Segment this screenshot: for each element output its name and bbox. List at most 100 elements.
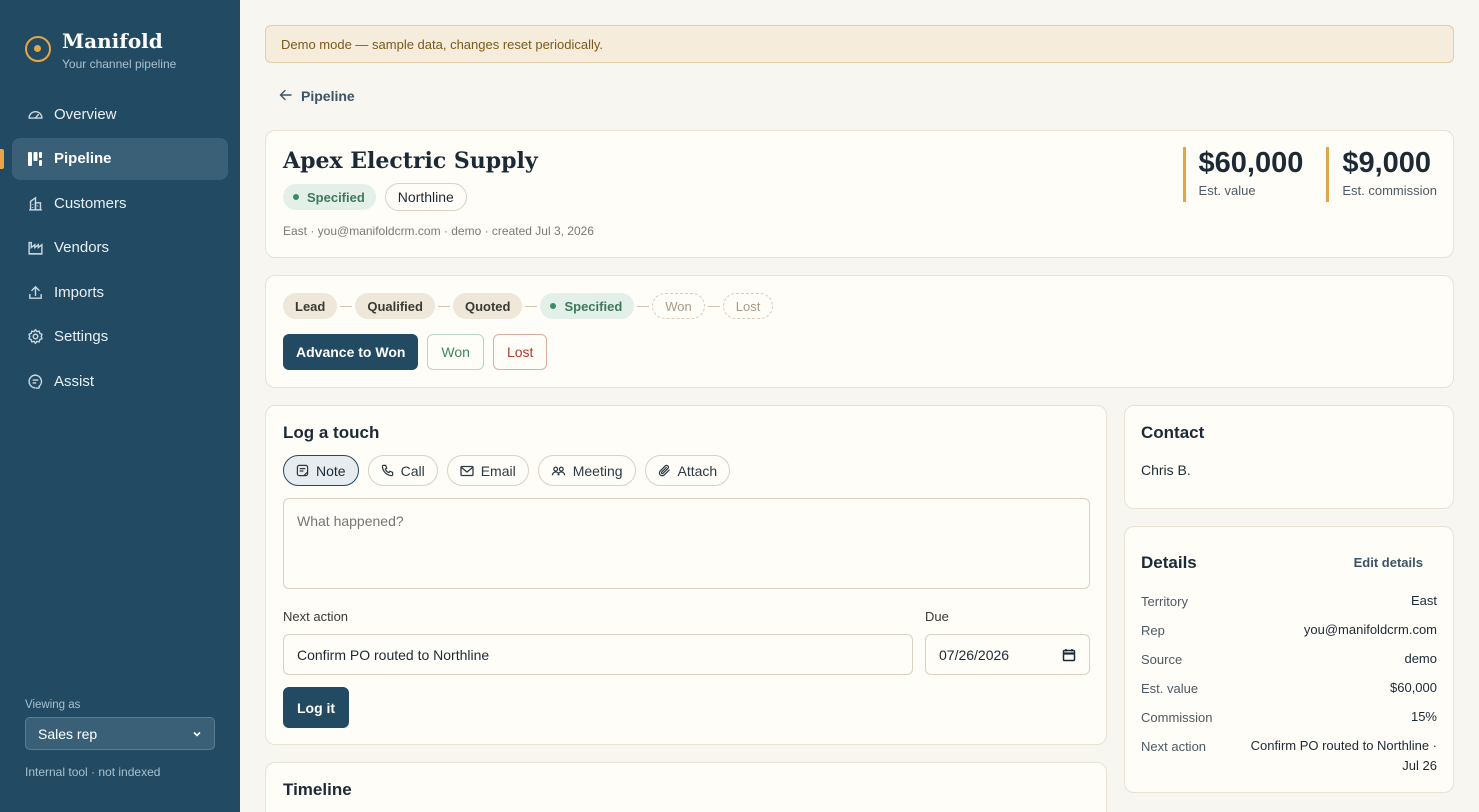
touch-type-label: Note xyxy=(316,462,346,479)
est-value-stat: $60,000 Est. value xyxy=(1182,147,1304,202)
role-select-value: Sales rep xyxy=(38,725,98,742)
detail-key: Est. value xyxy=(1141,681,1199,696)
due-label: Due xyxy=(925,609,949,624)
log-touch-panel: Log a touch Note Call Email Meeting Atta… xyxy=(265,405,1107,745)
touch-type-label: Meeting xyxy=(572,462,623,479)
calendar-icon[interactable] xyxy=(1062,648,1076,665)
sidebar-item-assist[interactable]: Assist xyxy=(12,360,228,402)
est-value: $60,000 xyxy=(1198,147,1304,179)
sidebar-item-label: Vendors xyxy=(54,239,110,256)
sidebar-item-label: Customers xyxy=(54,194,127,212)
sidebar-item-label: Imports xyxy=(54,283,105,301)
mail-icon xyxy=(460,465,474,477)
deal-header: Apex Electric Supply Specified Northline… xyxy=(265,130,1454,258)
stage-lost: Lost xyxy=(722,293,774,319)
chat-icon xyxy=(26,372,44,390)
page-title: Apex Electric Supply xyxy=(283,148,538,174)
detail-row-source: Source demo xyxy=(1141,651,1437,669)
contact-name[interactable]: Chris B. xyxy=(1141,462,1191,478)
sidebar-item-settings[interactable]: Settings xyxy=(12,316,228,358)
chevron-down-icon xyxy=(192,726,202,742)
touch-type-note[interactable]: Note xyxy=(283,455,359,486)
viewing-as-label: Viewing as xyxy=(25,699,81,711)
sidebar-item-vendors[interactable]: Vendors xyxy=(12,227,228,269)
touch-type-label: Attach xyxy=(677,462,718,479)
sidebar-item-imports[interactable]: Imports xyxy=(12,271,228,313)
sidebar-item-customers[interactable]: Customers xyxy=(12,182,228,224)
next-action-label: Next action xyxy=(283,609,349,624)
log-it-button[interactable]: Log it xyxy=(283,687,350,728)
detail-key: Next action xyxy=(1141,739,1207,754)
kanban-icon xyxy=(26,150,44,168)
gauge-icon xyxy=(26,105,44,123)
sidebar-item-label: Settings xyxy=(54,328,109,345)
detail-row-commission: Commission 15% xyxy=(1141,709,1437,727)
mark-lost-button[interactable]: Lost xyxy=(492,334,548,370)
detail-value: you@manifoldcrm.com xyxy=(1303,622,1437,637)
sidebar-item-label: Overview xyxy=(54,105,117,123)
upload-icon xyxy=(26,283,44,301)
est-commission-label: Est. commission xyxy=(1342,183,1437,198)
details-panel: Details Edit details Territory East Rep … xyxy=(1124,526,1454,793)
status-dot-icon xyxy=(293,194,299,200)
touch-notes-textarea[interactable] xyxy=(283,498,1090,589)
note-icon xyxy=(296,464,309,477)
stage-specified: Specified xyxy=(540,293,635,319)
detail-key: Source xyxy=(1141,652,1183,667)
gear-icon xyxy=(26,328,44,346)
detail-row-territory: Territory East xyxy=(1141,593,1437,611)
touch-type-call[interactable]: Call xyxy=(367,455,438,486)
est-commission: $9,000 xyxy=(1342,147,1432,179)
details-title: Details xyxy=(1141,553,1197,572)
stage-progress: Lead Qualified Quoted Specified Won Lost… xyxy=(265,275,1454,388)
footnote: Internal tool · not indexed xyxy=(25,765,161,779)
due-date-value: 07/26/2026 xyxy=(939,646,1010,663)
sidebar-item-label: Assist xyxy=(54,372,95,390)
touch-type-meeting[interactable]: Meeting xyxy=(537,455,636,486)
main-content: Demo mode — sample data, changes reset p… xyxy=(265,0,1454,812)
detail-value: 15% xyxy=(1410,709,1437,724)
people-icon xyxy=(551,465,566,477)
stage-quoted: Quoted xyxy=(452,293,523,319)
touch-type-group: Note Call Email Meeting Attach xyxy=(283,455,731,486)
back-link-label: Pipeline xyxy=(301,88,355,104)
paperclip-icon xyxy=(658,464,671,477)
demo-banner: Demo mode — sample data, changes reset p… xyxy=(265,25,1454,63)
logo-icon xyxy=(25,36,51,62)
brand-tagline: Your channel pipeline xyxy=(62,57,177,71)
vendor-badge[interactable]: Northline xyxy=(384,183,467,211)
sidebar-item-label: Pipeline xyxy=(54,150,112,167)
viewing-as: Viewing as Sales rep Internal tool · not… xyxy=(25,699,215,779)
back-link[interactable]: Pipeline xyxy=(279,88,355,104)
sidebar-item-pipeline[interactable]: Pipeline xyxy=(0,137,228,180)
timeline-panel: Timeline xyxy=(265,762,1107,812)
stage-connector xyxy=(707,305,720,307)
contact-title: Contact xyxy=(1141,423,1205,442)
timeline-title: Timeline xyxy=(283,780,352,799)
stage-connector xyxy=(340,305,353,307)
sidebar-item-overview[interactable]: Overview xyxy=(12,93,228,135)
role-select[interactable]: Sales rep xyxy=(25,717,215,750)
mark-won-button[interactable]: Won xyxy=(427,334,484,370)
contact-panel: Contact Chris B. xyxy=(1124,405,1454,509)
detail-key: Commission xyxy=(1141,710,1213,725)
detail-key: Rep xyxy=(1141,623,1165,638)
deal-meta: East · you@manifoldcrm.com · demo · crea… xyxy=(283,224,594,238)
touch-type-email[interactable]: Email xyxy=(446,455,529,486)
brand[interactable]: Manifold Your channel pipeline xyxy=(25,30,176,71)
stage-label: Specified xyxy=(564,298,623,314)
due-date-input[interactable]: 07/26/2026 xyxy=(925,634,1090,675)
stage-connector xyxy=(525,305,538,307)
phone-icon xyxy=(381,464,394,477)
next-action-input[interactable]: Confirm PO routed to Northline xyxy=(283,634,913,675)
sidebar-nav: Overview Pipeline Customers Vendors Impo… xyxy=(0,93,228,405)
detail-value: $60,000 xyxy=(1390,680,1437,695)
details-list: Territory East Rep you@manifoldcrm.com S… xyxy=(1141,593,1437,788)
stage-qualified: Qualified xyxy=(355,293,435,319)
brand-name: Manifold xyxy=(62,29,163,53)
est-commission-stat: $9,000 Est. commission xyxy=(1326,147,1437,202)
edit-details-button[interactable]: Edit details xyxy=(1354,555,1423,570)
touch-type-attach[interactable]: Attach xyxy=(644,455,731,486)
status-dot-icon xyxy=(550,303,557,309)
advance-stage-button[interactable]: Advance to Won xyxy=(283,334,419,370)
